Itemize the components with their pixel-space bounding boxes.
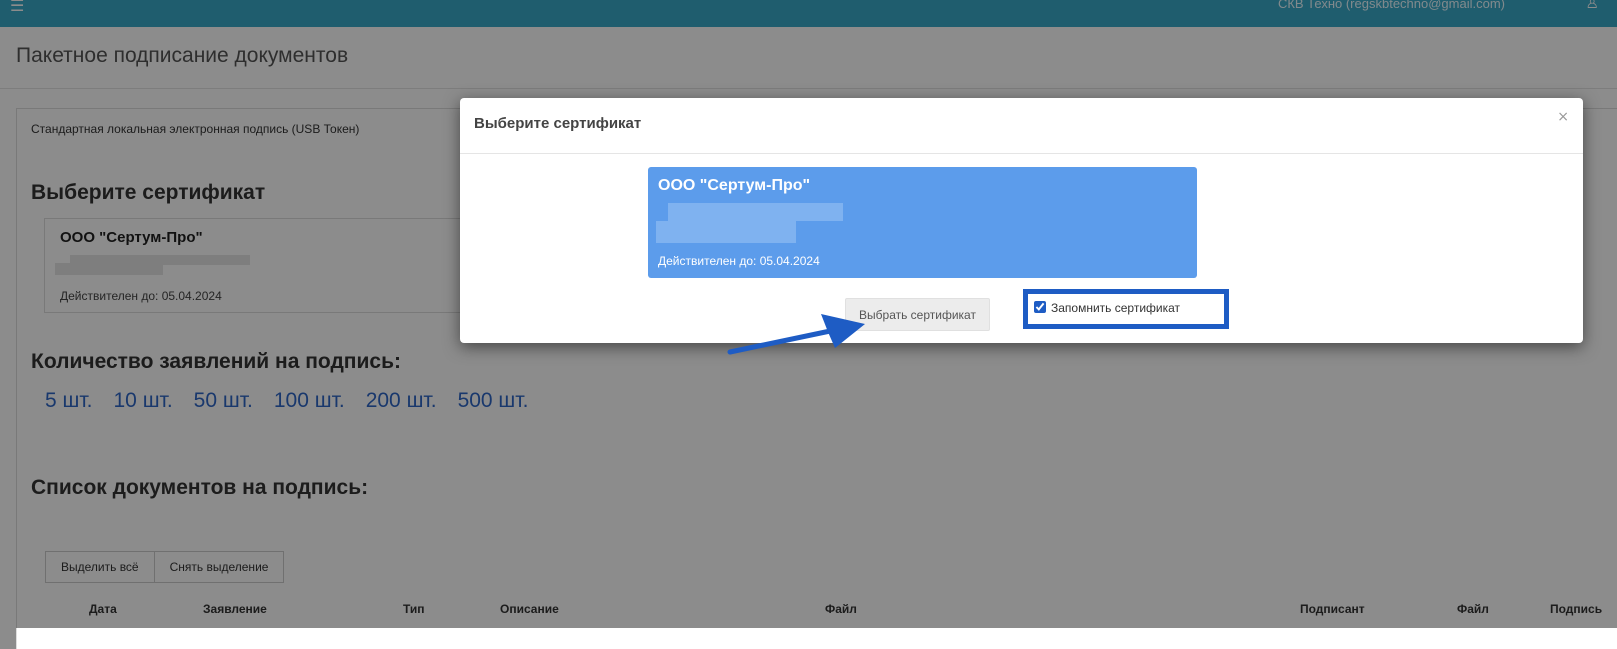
certificate-validity: Действителен до: 05.04.2024 [658,254,820,268]
selected-certificate-card[interactable]: ООО "Сертум-Про" Действителен до: 05.04.… [648,167,1197,278]
close-icon[interactable]: × [1557,109,1569,125]
certificate-name: ООО "Сертум-Про" [658,177,811,194]
remember-certificate-highlight: Запомнить сертификат [1023,289,1229,329]
modal-title: Выберите сертификат [474,115,642,132]
redacted-details [656,221,796,243]
redacted-details [668,203,843,221]
select-certificate-modal: Выберите сертификат × ООО "Сертум-Про" Д… [460,98,1583,343]
annotation-arrow-icon [727,314,865,355]
modal-header-divider [460,153,1583,154]
remember-certificate-label[interactable]: Запомнить сертификат [1051,301,1180,315]
remember-certificate-checkbox[interactable] [1034,301,1046,313]
